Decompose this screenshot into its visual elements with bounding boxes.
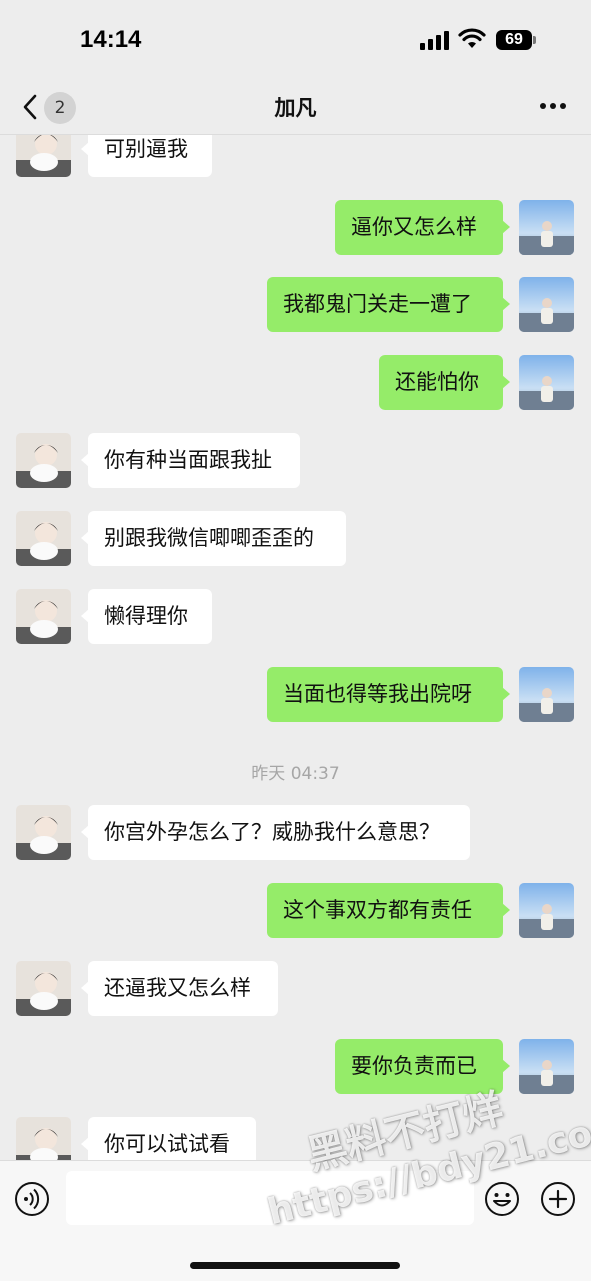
incoming-message-bubble[interactable]: 还逼我又怎么样 xyxy=(81,961,278,1016)
contact-avatar[interactable] xyxy=(16,589,71,644)
contact-avatar[interactable] xyxy=(16,961,71,1016)
emoji-icon[interactable] xyxy=(484,1181,520,1217)
incoming-message-bubble[interactable]: 可别逼我 xyxy=(81,135,212,177)
outgoing-message-bubble[interactable]: 当面也得等我出院呀 xyxy=(267,667,510,722)
battery-tip xyxy=(533,36,536,44)
message-list[interactable]: 昨天 04:37 可别逼我逼你又怎么样我都鬼门关走一遭了还能怕你你有种当面跟我扯… xyxy=(0,135,591,1160)
battery-indicator: 69 xyxy=(496,30,532,50)
status-bar: 14:14 69 xyxy=(0,0,591,80)
contact-avatar[interactable] xyxy=(16,511,71,566)
incoming-message-bubble[interactable]: 你可以试试看 xyxy=(81,1117,256,1160)
more-options-icon[interactable] xyxy=(538,100,568,112)
wifi-icon xyxy=(458,28,486,48)
chat-title: 加凡 xyxy=(274,96,317,120)
message-input[interactable] xyxy=(66,1171,474,1225)
voice-icon[interactable] xyxy=(14,1181,50,1217)
outgoing-message-bubble[interactable]: 要你负责而已 xyxy=(335,1039,510,1094)
my-avatar[interactable] xyxy=(519,355,574,410)
contact-avatar[interactable] xyxy=(16,135,71,177)
message-timestamp: 昨天 04:37 xyxy=(251,764,340,784)
outgoing-message-bubble[interactable]: 这个事双方都有责任 xyxy=(267,883,510,938)
my-avatar[interactable] xyxy=(519,1039,574,1094)
incoming-message-bubble[interactable]: 你宫外孕怎么了？威胁我什么意思？ xyxy=(81,805,470,860)
incoming-message-bubble[interactable]: 你有种当面跟我扯 xyxy=(81,433,300,488)
contact-avatar[interactable] xyxy=(16,1117,71,1160)
cellular-signal-icon xyxy=(420,31,449,50)
my-avatar[interactable] xyxy=(519,277,574,332)
home-indicator[interactable] xyxy=(190,1262,400,1269)
my-avatar[interactable] xyxy=(519,667,574,722)
contact-avatar[interactable] xyxy=(16,433,71,488)
outgoing-message-bubble[interactable]: 还能怕你 xyxy=(379,355,510,410)
incoming-message-bubble[interactable]: 别跟我微信唧唧歪歪的 xyxy=(81,511,346,566)
outgoing-message-bubble[interactable]: 逼你又怎么样 xyxy=(335,200,510,255)
my-avatar[interactable] xyxy=(519,200,574,255)
incoming-message-bubble[interactable]: 懒得理你 xyxy=(81,589,212,644)
status-time: 14:14 xyxy=(80,26,142,53)
chat-header: 2 加凡 xyxy=(0,80,591,135)
outgoing-message-bubble[interactable]: 我都鬼门关走一遭了 xyxy=(267,277,510,332)
my-avatar[interactable] xyxy=(519,883,574,938)
plus-icon[interactable] xyxy=(540,1181,576,1217)
contact-avatar[interactable] xyxy=(16,805,71,860)
